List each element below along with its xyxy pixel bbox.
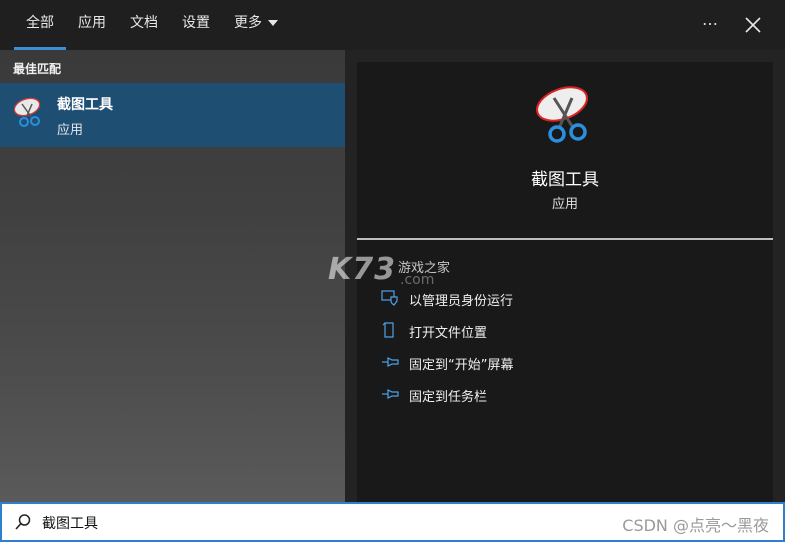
action-label: 固定到“开始”屏幕 [409,358,514,373]
credit-watermark: CSDN @点亮～黑夜 [622,516,769,535]
chevron-down-icon [268,20,278,26]
search-input[interactable]: 截图工具 [42,513,98,533]
watermark: K73 游戏之家 .com [328,252,450,288]
best-match-name: 截图工具 [57,97,113,113]
pin-icon [382,389,399,399]
best-match-heading: 最佳匹配 [13,62,62,76]
watermark-brand: K73 [328,252,396,287]
detail-app-type: 应用 [551,197,578,212]
detail-divider [357,238,773,240]
action-label: 固定到任务栏 [409,390,488,405]
tab-documents[interactable]: 文档 [130,0,158,50]
tab-more[interactable]: 更多 [234,0,278,50]
best-match-result[interactable]: 截图工具 应用 [0,83,345,147]
snipping-tool-icon [13,97,41,127]
filter-tab-bar: 全部 应用 文档 设置 更多 … [0,0,785,50]
file-location-icon [382,322,394,338]
pin-icon [382,357,399,367]
snipping-tool-icon [536,86,588,143]
tab-settings[interactable]: 设置 [182,0,210,50]
action-label: 打开文件位置 [409,326,488,341]
results-pane: 最佳匹配 截图工具 应用 [0,50,345,502]
watermark-domain: .com [400,272,435,288]
search-icon [15,514,31,530]
detail-app-name: 截图工具 [531,170,599,190]
close-icon[interactable] [741,13,765,37]
best-match-type: 应用 [57,123,84,138]
tab-more-label: 更多 [234,15,262,31]
tab-apps[interactable]: 应用 [78,0,106,50]
more-options-button[interactable]: … [702,10,719,29]
action-label: 以管理员身份运行 [409,294,514,309]
shield-run-admin-icon [381,290,398,306]
search-box[interactable]: 截图工具 CSDN @点亮～黑夜 [0,502,785,542]
tab-all[interactable]: 全部 [14,0,66,50]
